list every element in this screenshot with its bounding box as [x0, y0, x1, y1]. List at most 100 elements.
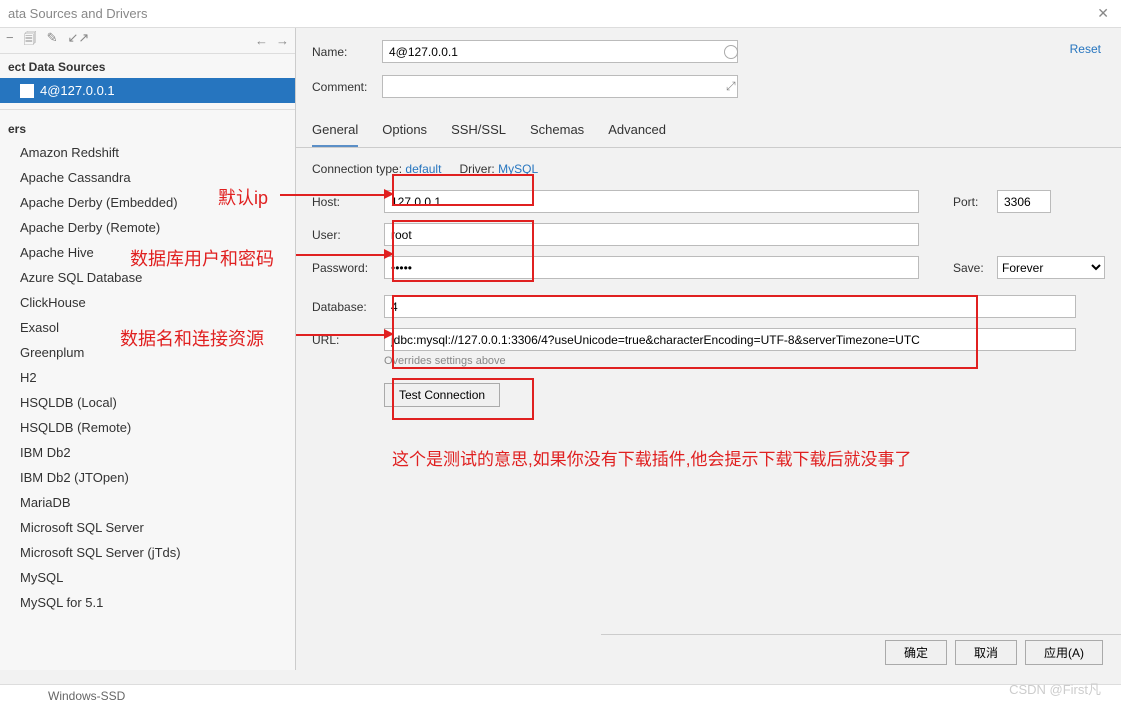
tab-advanced[interactable]: Advanced [608, 122, 666, 147]
driver-label: HSQLDB (Local) [20, 395, 117, 410]
arrow-head-userpwd [384, 249, 394, 259]
drivers-header: ers [0, 116, 295, 140]
comment-label: Comment: [312, 80, 374, 94]
driver-icon [0, 271, 14, 285]
driver-label: H2 [20, 370, 37, 385]
database-input[interactable] [384, 295, 1076, 318]
driver-item[interactable]: ClickHouse [0, 290, 295, 315]
conn-type-value[interactable]: default [405, 162, 441, 176]
driver-icon [0, 421, 14, 435]
datasource-label: 4@127.0.0.1 [40, 83, 115, 98]
datasource-item[interactable]: 4@127.0.0.1 [0, 78, 295, 103]
driver-label: Microsoft SQL Server (jTds) [20, 545, 181, 560]
reset-link[interactable]: Reset [1070, 42, 1101, 56]
ok-button[interactable]: 确定 [885, 640, 947, 665]
driver-label: Exasol [20, 320, 59, 335]
datasources-header: ect Data Sources [0, 54, 295, 78]
apply-button[interactable]: 应用(A) [1025, 640, 1103, 665]
bottom-strip: Windows-SSD [0, 684, 1121, 706]
driver-label: IBM Db2 (JTOpen) [20, 470, 129, 485]
host-label: Host: [312, 195, 376, 209]
password-input[interactable] [384, 256, 919, 279]
driver-label: ClickHouse [20, 295, 86, 310]
tab-sshssl[interactable]: SSH/SSL [451, 122, 506, 147]
tab-general[interactable]: General [312, 122, 358, 147]
database-icon [20, 84, 34, 98]
driver-item[interactable]: Amazon Redshift [0, 140, 295, 165]
close-icon[interactable]: ✕ [1093, 5, 1113, 22]
nav-right-icon[interactable]: → [276, 33, 289, 48]
driver-icon [0, 496, 14, 510]
arrows-icon[interactable]: ↙↗ [68, 30, 90, 52]
nav-left-icon[interactable]: ← [255, 33, 268, 48]
driver-icon [0, 371, 14, 385]
copy-icon[interactable]: 🗐 [24, 30, 37, 52]
user-input[interactable] [384, 223, 919, 246]
driver-item[interactable]: IBM Db2 [0, 440, 295, 465]
color-icon[interactable] [724, 45, 738, 59]
driver-label: HSQLDB (Remote) [20, 420, 131, 435]
save-label: Save: [953, 261, 989, 275]
annotation-ip: 默认ip [218, 184, 268, 210]
user-label: User: [312, 228, 376, 242]
driver-label: MariaDB [20, 495, 71, 510]
driver-item[interactable]: Apache Derby (Remote) [0, 215, 295, 240]
arrow-head-ip [384, 189, 394, 199]
driver-label: Azure SQL Database [20, 270, 142, 285]
driver-icon [0, 221, 14, 235]
dialog-title: ata Sources and Drivers [8, 6, 147, 21]
driver-icon [0, 146, 14, 160]
driver-value[interactable]: MySQL [498, 162, 538, 176]
driver-item[interactable]: Microsoft SQL Server [0, 515, 295, 540]
driver-icon [0, 471, 14, 485]
driver-icon [0, 546, 14, 560]
driver-label: Driver: [459, 162, 494, 176]
driver-icon [0, 596, 14, 610]
driver-icon [0, 196, 14, 210]
arrow-ip [280, 194, 388, 196]
expand-icon[interactable]: ⤢ [726, 79, 736, 94]
url-input[interactable] [384, 328, 1076, 351]
driver-item[interactable]: HSQLDB (Local) [0, 390, 295, 415]
driver-item[interactable]: IBM Db2 (JTOpen) [0, 465, 295, 490]
comment-input[interactable] [382, 75, 738, 98]
tab-schemas[interactable]: Schemas [530, 122, 584, 147]
test-connection-button[interactable]: Test Connection [384, 383, 500, 407]
wrench-icon[interactable]: ✎ [47, 30, 58, 52]
database-label: Database: [312, 300, 376, 314]
right-panel: Reset Name: Comment: ⤢ GeneralOptionsSSH… [296, 28, 1121, 670]
driver-label: MySQL for 5.1 [20, 595, 103, 610]
driver-label: Apache Derby (Embedded) [20, 195, 178, 210]
driver-icon [0, 521, 14, 535]
annotation-dburl: 数据名和连接资源 [120, 325, 264, 351]
tab-options[interactable]: Options [382, 122, 427, 147]
left-toolbar: − 🗐 ✎ ↙↗ ← → [0, 28, 295, 54]
annotation-userpwd: 数据库用户和密码 [130, 245, 274, 271]
driver-icon [0, 246, 14, 260]
driver-icon [0, 321, 14, 335]
driver-icon [0, 296, 14, 310]
driver-item[interactable]: MySQL [0, 565, 295, 590]
host-input[interactable] [384, 190, 919, 213]
port-label: Port: [953, 195, 989, 209]
driver-item[interactable]: H2 [0, 365, 295, 390]
driver-icon [0, 446, 14, 460]
port-input[interactable] [997, 190, 1051, 213]
annotation-test: 这个是测试的意思,如果你没有下载插件,他会提示下载下载后就没事了 [392, 445, 911, 470]
dialog-footer: 确定 取消 应用(A) [601, 634, 1121, 670]
arrow-head-dburl [384, 329, 394, 339]
driver-icon [0, 346, 14, 360]
cancel-button[interactable]: 取消 [955, 640, 1017, 665]
minus-icon[interactable]: − [6, 30, 14, 52]
driver-list[interactable]: Amazon RedshiftApache CassandraApache De… [0, 140, 295, 670]
driver-item[interactable]: HSQLDB (Remote) [0, 415, 295, 440]
override-text: Overrides settings above [384, 355, 1105, 367]
driver-item[interactable]: Microsoft SQL Server (jTds) [0, 540, 295, 565]
save-select[interactable]: Forever [997, 256, 1105, 279]
driver-item[interactable]: MySQL for 5.1 [0, 590, 295, 615]
conn-type-label: Connection type: [312, 162, 402, 176]
name-input[interactable] [382, 40, 738, 63]
driver-item[interactable]: MariaDB [0, 490, 295, 515]
titlebar: ata Sources and Drivers ✕ [0, 0, 1121, 28]
arrow-dburl [296, 334, 388, 336]
